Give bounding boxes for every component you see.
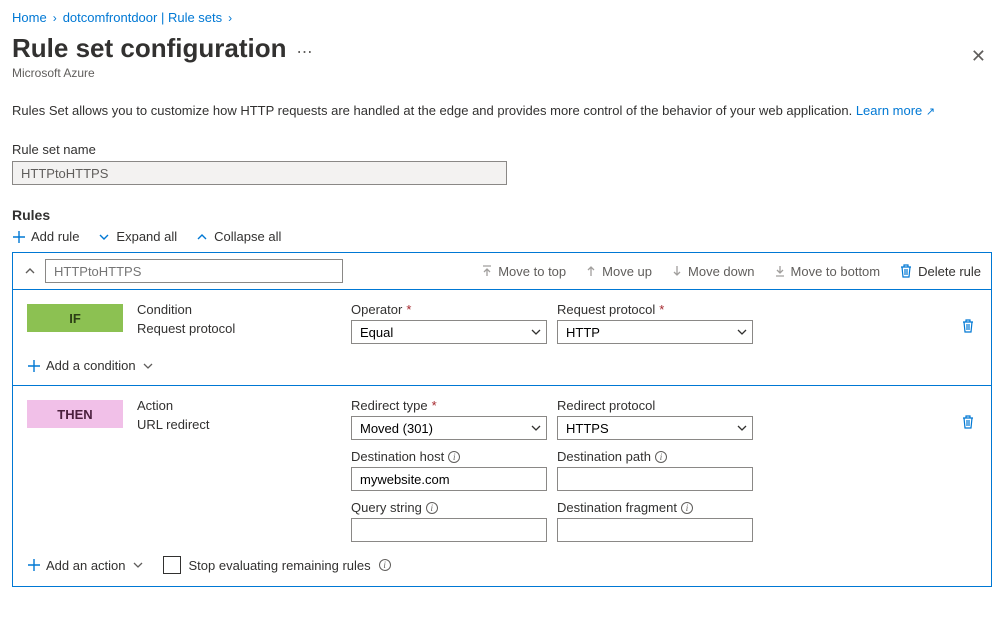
destination-host-input[interactable] <box>351 467 547 491</box>
rule-name-input[interactable] <box>45 259 343 283</box>
title-row: Rule set configuration ⋯ Microsoft Azure… <box>12 33 992 80</box>
condition-value: Request protocol <box>137 321 337 336</box>
rules-heading: Rules <box>12 207 992 223</box>
chevron-up-icon <box>195 230 209 244</box>
request-protocol-label: Request protocol* <box>557 302 753 317</box>
redirect-protocol-label: Redirect protocol <box>557 398 753 413</box>
move-up-label: Move up <box>602 264 652 279</box>
add-rule-button[interactable]: Add rule <box>12 229 79 244</box>
action-value: URL redirect <box>137 417 337 432</box>
expand-all-label: Expand all <box>116 229 177 244</box>
then-badge: THEN <box>27 400 123 428</box>
description-text: Rules Set allows you to customize how HT… <box>12 103 852 118</box>
chevron-right-icon: › <box>228 11 232 25</box>
move-to-bottom-label: Move to bottom <box>791 264 881 279</box>
move-to-bottom-button[interactable]: Move to bottom <box>773 264 881 279</box>
arrow-down-icon <box>670 264 684 278</box>
collapse-all-button[interactable]: Collapse all <box>195 229 281 244</box>
trash-icon <box>898 262 914 280</box>
move-down-button[interactable]: Move down <box>670 264 754 279</box>
breadcrumb: Home › dotcomfrontdoor | Rule sets › <box>12 8 992 29</box>
operator-label: Operator* <box>351 302 547 317</box>
collapse-icon[interactable] <box>23 264 37 278</box>
stop-evaluating-label: Stop evaluating remaining rules <box>189 558 371 573</box>
delete-rule-button[interactable]: Delete rule <box>898 262 981 280</box>
page-title: Rule set configuration <box>12 33 286 64</box>
query-string-input[interactable] <box>351 518 547 542</box>
chevron-down-icon <box>131 558 145 572</box>
redirect-type-label: Redirect type* <box>351 398 547 413</box>
plus-icon <box>27 359 41 373</box>
redirect-protocol-select[interactable] <box>557 416 753 440</box>
rule-card: Move to top Move up Move down Move to bo… <box>12 252 992 587</box>
page-subtitle: Microsoft Azure <box>12 66 314 80</box>
delete-condition-button[interactable] <box>961 318 977 336</box>
expand-all-button[interactable]: Expand all <box>97 229 177 244</box>
rule-header: Move to top Move up Move down Move to bo… <box>13 253 991 290</box>
learn-more-text: Learn more <box>856 103 922 118</box>
destination-host-label: Destination host i <box>351 449 547 464</box>
arrow-bottom-icon <box>773 264 787 278</box>
external-link-icon: ↗ <box>926 106 935 118</box>
add-action-button[interactable]: Add an action <box>27 558 145 573</box>
rule-set-name-label: Rule set name <box>12 142 992 157</box>
info-icon[interactable]: i <box>379 559 391 571</box>
condition-heading: Condition <box>137 302 337 317</box>
plus-icon <box>27 558 41 572</box>
query-string-label: Query string i <box>351 500 547 515</box>
collapse-all-label: Collapse all <box>214 229 281 244</box>
delete-action-button[interactable] <box>961 414 977 432</box>
redirect-type-select[interactable] <box>351 416 547 440</box>
learn-more-link[interactable]: Learn more ↗ <box>856 103 935 118</box>
add-rule-label: Add rule <box>31 229 79 244</box>
if-block: IF Condition Request protocol Operator* <box>13 290 991 386</box>
close-icon[interactable]: ✕ <box>965 42 992 71</box>
add-action-label: Add an action <box>46 558 126 573</box>
destination-fragment-input[interactable] <box>557 518 753 542</box>
rule-set-name-input[interactable] <box>12 161 507 185</box>
add-condition-label: Add a condition <box>46 358 136 373</box>
rules-toolbar: Add rule Expand all Collapse all <box>12 229 992 244</box>
info-icon[interactable]: i <box>448 451 460 463</box>
arrow-top-icon <box>480 264 494 278</box>
move-up-button[interactable]: Move up <box>584 264 652 279</box>
destination-path-label: Destination path i <box>557 449 753 464</box>
destination-fragment-label: Destination fragment i <box>557 500 753 515</box>
move-to-top-button[interactable]: Move to top <box>480 264 566 279</box>
operator-select[interactable] <box>351 320 547 344</box>
move-to-top-label: Move to top <box>498 264 566 279</box>
request-protocol-select[interactable] <box>557 320 753 344</box>
arrow-up-icon <box>584 264 598 278</box>
destination-path-input[interactable] <box>557 467 753 491</box>
action-heading: Action <box>137 398 337 413</box>
chevron-down-icon <box>97 230 111 244</box>
info-icon[interactable]: i <box>426 502 438 514</box>
more-menu-icon[interactable]: ⋯ <box>296 42 314 62</box>
move-down-label: Move down <box>688 264 754 279</box>
add-condition-button[interactable]: Add a condition <box>27 358 155 373</box>
stop-evaluating-checkbox[interactable] <box>163 556 181 574</box>
chevron-down-icon <box>141 359 155 373</box>
breadcrumb-home[interactable]: Home <box>12 10 47 25</box>
plus-icon <box>12 230 26 244</box>
if-badge: IF <box>27 304 123 332</box>
info-icon[interactable]: i <box>681 502 693 514</box>
breadcrumb-rule-sets[interactable]: dotcomfrontdoor | Rule sets <box>63 10 222 25</box>
delete-rule-label: Delete rule <box>918 264 981 279</box>
description: Rules Set allows you to customize how HT… <box>12 102 992 120</box>
info-icon[interactable]: i <box>655 451 667 463</box>
chevron-right-icon: › <box>53 11 57 25</box>
then-block: THEN Action URL redirect Redirect type* <box>13 386 991 586</box>
